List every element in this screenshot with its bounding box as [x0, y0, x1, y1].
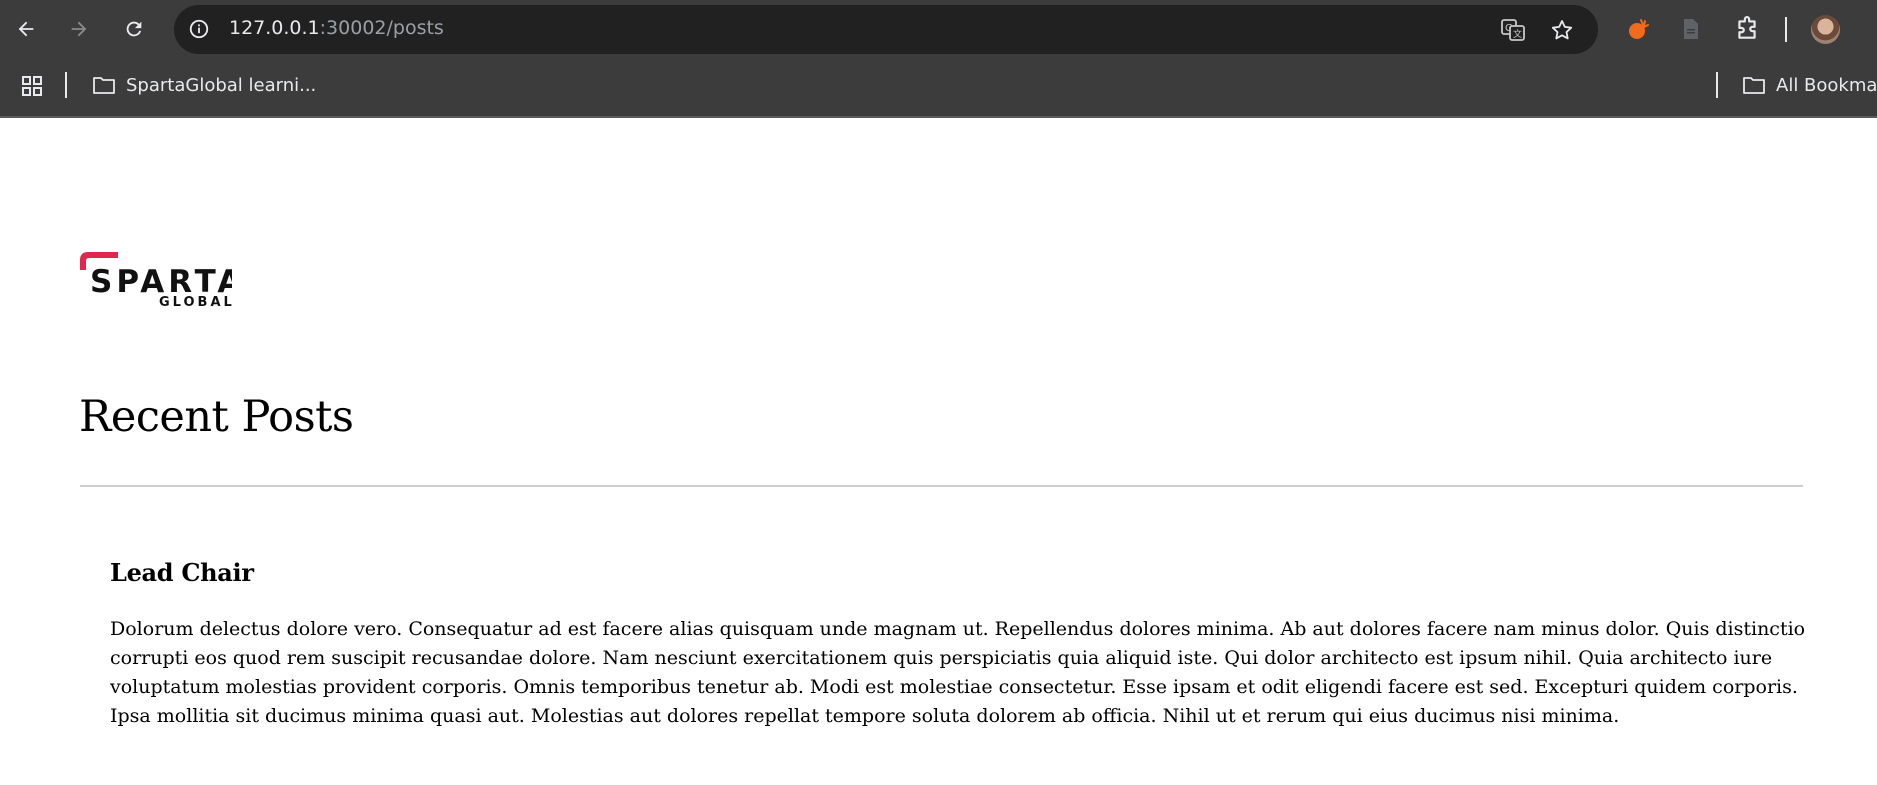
puzzle-icon[interactable]	[1731, 13, 1763, 45]
forward-arrow-icon	[71, 21, 87, 37]
folder-icon	[93, 77, 115, 94]
bookmarks-divider-right	[1716, 72, 1718, 98]
star-icon[interactable]	[1549, 17, 1575, 43]
page-content: SPARTA GLOBAL Recent Posts Lead Chair Do…	[0, 118, 1877, 785]
bookmark-label: SpartaGlobal learni...	[126, 74, 317, 96]
logo-line2: GLOBAL	[159, 295, 232, 306]
folder-icon	[1743, 77, 1765, 94]
url-host: 127.0.0.1	[229, 17, 320, 39]
browser-toolbar: 127.0.0.1:30002/posts G文	[0, 0, 1877, 58]
all-bookmarks-label: All Bookmarks	[1776, 74, 1877, 96]
post-body: Dolorum delectus dolore vero. Consequatu…	[110, 618, 1806, 727]
reload-button[interactable]	[117, 12, 151, 46]
back-arrow-icon	[18, 21, 34, 37]
back-button[interactable]	[9, 12, 43, 46]
svg-text:文: 文	[1513, 28, 1522, 40]
translate-icon[interactable]: G文	[1500, 17, 1526, 43]
url-text[interactable]: 127.0.0.1:30002/posts	[229, 17, 444, 39]
address-bar[interactable]: 127.0.0.1:30002/posts G文	[174, 5, 1598, 54]
info-icon[interactable]	[187, 17, 211, 41]
all-bookmarks-button[interactable]: All Bookmarks	[1742, 74, 1877, 96]
forward-button[interactable]	[62, 12, 96, 46]
post-title: Lead Chair	[110, 558, 254, 587]
url-path: :30002/posts	[319, 17, 444, 39]
avatar[interactable]	[1811, 15, 1840, 44]
apps-grid-icon[interactable]	[20, 74, 44, 102]
extension-icon[interactable]	[1622, 13, 1654, 45]
bookmarks-divider	[65, 72, 67, 98]
title-divider	[80, 485, 1803, 487]
reload-icon	[126, 21, 142, 37]
document-icon[interactable]	[1675, 13, 1707, 45]
page-title: Recent Posts	[79, 392, 354, 442]
bookmark-folder-spartaglobal[interactable]: SpartaGlobal learni...	[92, 74, 316, 96]
toolbar-divider	[1785, 17, 1787, 42]
sparta-global-logo[interactable]: SPARTA GLOBAL	[80, 250, 241, 310]
bookmarks-bar: SpartaGlobal learni... All Bookmarks	[0, 58, 1877, 118]
